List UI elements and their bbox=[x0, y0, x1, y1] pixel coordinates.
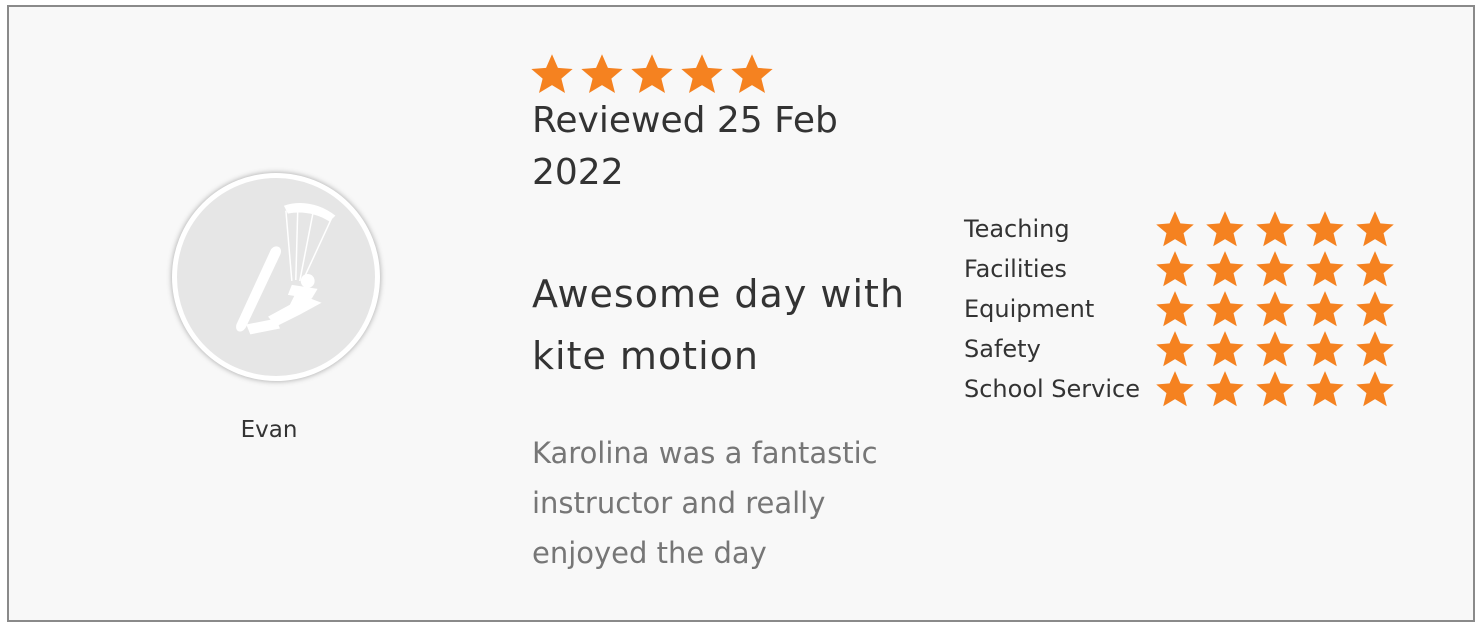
rating-label: School Service bbox=[964, 375, 1141, 403]
rating-row-safety: Safety bbox=[964, 329, 1396, 369]
star-filled-icon bbox=[1254, 329, 1296, 369]
kitesurfer-icon bbox=[236, 202, 336, 335]
rating-row-school-service: School Service bbox=[964, 369, 1396, 409]
star-filled-icon bbox=[1354, 369, 1396, 409]
rating-label: Equipment bbox=[964, 295, 1095, 323]
rating-label: Safety bbox=[964, 335, 1041, 363]
star-filled-icon bbox=[1154, 329, 1196, 369]
star-filled-icon bbox=[1204, 249, 1246, 289]
star-filled-icon bbox=[679, 52, 725, 96]
star-filled-icon bbox=[1304, 289, 1346, 329]
star-filled-icon bbox=[1154, 369, 1196, 409]
rating-stars bbox=[1154, 329, 1396, 369]
category-ratings: Teaching Facilities Equipment Safety Sch… bbox=[964, 209, 1396, 409]
star-filled-icon bbox=[1354, 249, 1396, 289]
star-filled-icon bbox=[629, 52, 675, 96]
review-title: Awesome day with kite motion bbox=[532, 272, 906, 378]
rating-row-equipment: Equipment bbox=[964, 289, 1396, 329]
rating-row-teaching: Teaching bbox=[964, 209, 1396, 249]
rating-stars bbox=[1154, 249, 1396, 289]
star-filled-icon bbox=[1154, 209, 1196, 249]
reviewer-name: Evan bbox=[240, 417, 298, 443]
star-filled-icon bbox=[1304, 209, 1346, 249]
rating-stars bbox=[1154, 369, 1396, 409]
avatar bbox=[172, 173, 380, 381]
star-filled-icon bbox=[1304, 329, 1346, 369]
rating-row-facilities: Facilities bbox=[964, 249, 1396, 289]
star-filled-icon bbox=[1254, 289, 1296, 329]
star-filled-icon bbox=[1154, 289, 1196, 329]
rating-stars bbox=[1154, 289, 1396, 329]
rating-label: Teaching bbox=[964, 215, 1070, 243]
star-filled-icon bbox=[1304, 249, 1346, 289]
star-filled-icon bbox=[1254, 249, 1296, 289]
star-filled-icon bbox=[1304, 369, 1346, 409]
star-filled-icon bbox=[1254, 369, 1296, 409]
star-filled-icon bbox=[529, 52, 575, 96]
overall-rating bbox=[529, 52, 775, 96]
star-filled-icon bbox=[1354, 209, 1396, 249]
star-filled-icon bbox=[579, 52, 625, 96]
review-body: Karolina was a fantastic instructor and … bbox=[532, 436, 878, 570]
star-filled-icon bbox=[1354, 329, 1396, 369]
star-filled-icon bbox=[1254, 209, 1296, 249]
star-filled-icon bbox=[1204, 209, 1246, 249]
review-date: Reviewed 25 Feb 2022 bbox=[532, 100, 838, 193]
star-filled-icon bbox=[729, 52, 775, 96]
rating-stars bbox=[1154, 209, 1396, 249]
star-filled-icon bbox=[1204, 289, 1246, 329]
star-filled-icon bbox=[1204, 369, 1246, 409]
star-filled-icon bbox=[1354, 289, 1396, 329]
star-filled-icon bbox=[1204, 329, 1246, 369]
rating-label: Facilities bbox=[964, 255, 1067, 283]
review-card: Evan Reviewed 25 Feb 2022 Awesome day wi… bbox=[7, 5, 1475, 622]
star-filled-icon bbox=[1154, 249, 1196, 289]
